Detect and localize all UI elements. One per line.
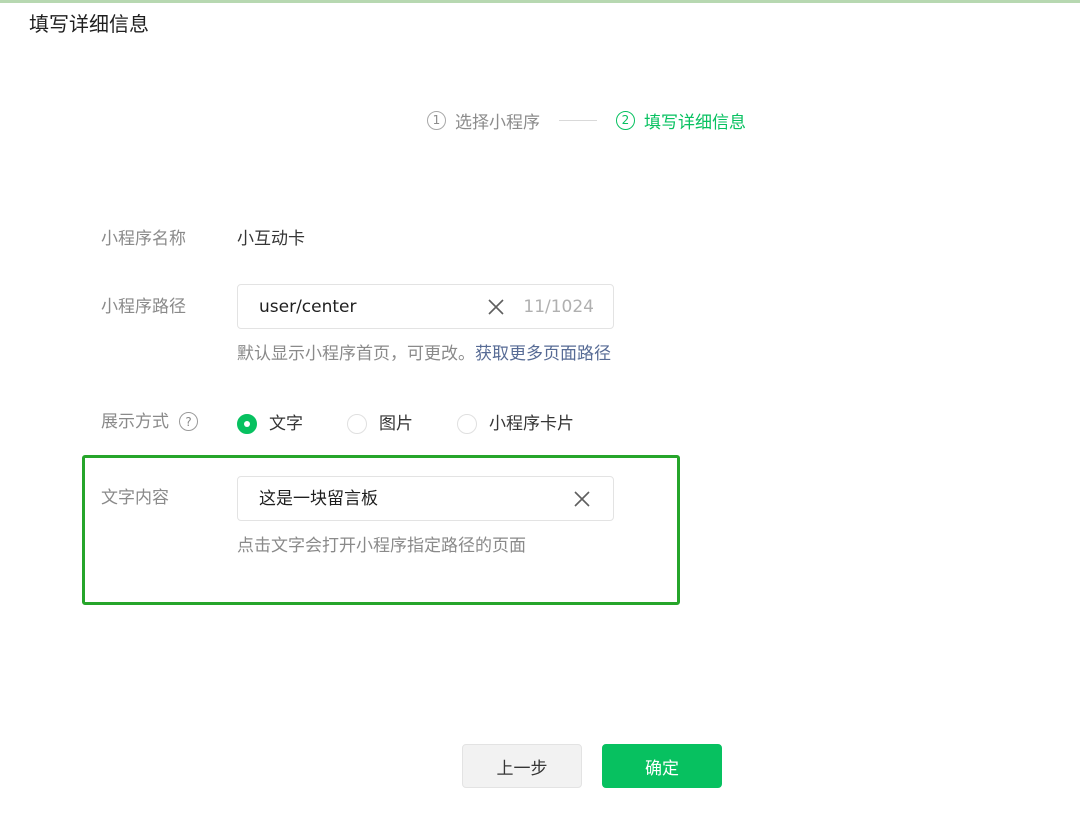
step-fill-details: 2 填写详细信息 <box>616 108 746 133</box>
path-hint: 默认显示小程序首页，可更改。获取更多页面路径 <box>237 342 611 366</box>
confirm-button[interactable]: 确定 <box>602 744 722 788</box>
miniprogram-path-label: 小程序路径 <box>101 297 186 317</box>
radio-image[interactable]: 图片 <box>347 412 413 436</box>
step-connector <box>559 119 597 121</box>
previous-step-button[interactable]: 上一步 <box>462 744 582 788</box>
clear-icon[interactable] <box>573 490 591 508</box>
radio-unchecked-icon <box>347 414 367 434</box>
radio-unchecked-icon <box>457 414 477 434</box>
step-label: 填写详细信息 <box>644 112 746 133</box>
clear-icon[interactable] <box>487 298 505 316</box>
text-content-input[interactable]: 这是一块留言板 <box>237 476 614 521</box>
path-hint-text: 默认显示小程序首页，可更改。 <box>237 344 475 364</box>
more-paths-link[interactable]: 获取更多页面路径 <box>475 344 611 364</box>
miniprogram-name-value: 小互动卡 <box>237 229 305 249</box>
radio-label: 图片 <box>379 414 413 434</box>
step-select-miniprogram: 1 选择小程序 <box>427 108 540 133</box>
help-icon[interactable]: ? <box>179 412 198 431</box>
radio-label: 小程序卡片 <box>489 414 574 434</box>
dialog-title: 填写详细信息 <box>29 12 149 36</box>
miniprogram-name-label: 小程序名称 <box>101 229 186 249</box>
stepper: 1 选择小程序 2 填写详细信息 <box>427 106 746 134</box>
text-content-label: 文字内容 <box>101 488 169 508</box>
top-divider <box>0 0 1080 3</box>
step-number: 2 <box>616 110 635 130</box>
miniprogram-path-input[interactable]: user/center 11/1024 <box>237 284 614 329</box>
step-label: 选择小程序 <box>455 112 540 133</box>
radio-text[interactable]: 文字 <box>237 412 303 436</box>
display-mode-label: 展示方式 <box>101 412 169 432</box>
text-content-value: 这是一块留言板 <box>259 489 378 509</box>
radio-checked-icon <box>237 414 257 434</box>
char-counter: 11/1024 <box>523 297 594 317</box>
radio-label: 文字 <box>269 414 303 434</box>
radio-miniprogram-card[interactable]: 小程序卡片 <box>457 412 574 436</box>
path-input-value: user/center <box>259 297 357 317</box>
text-content-hint: 点击文字会打开小程序指定路径的页面 <box>237 536 526 556</box>
step-number: 1 <box>427 110 446 130</box>
